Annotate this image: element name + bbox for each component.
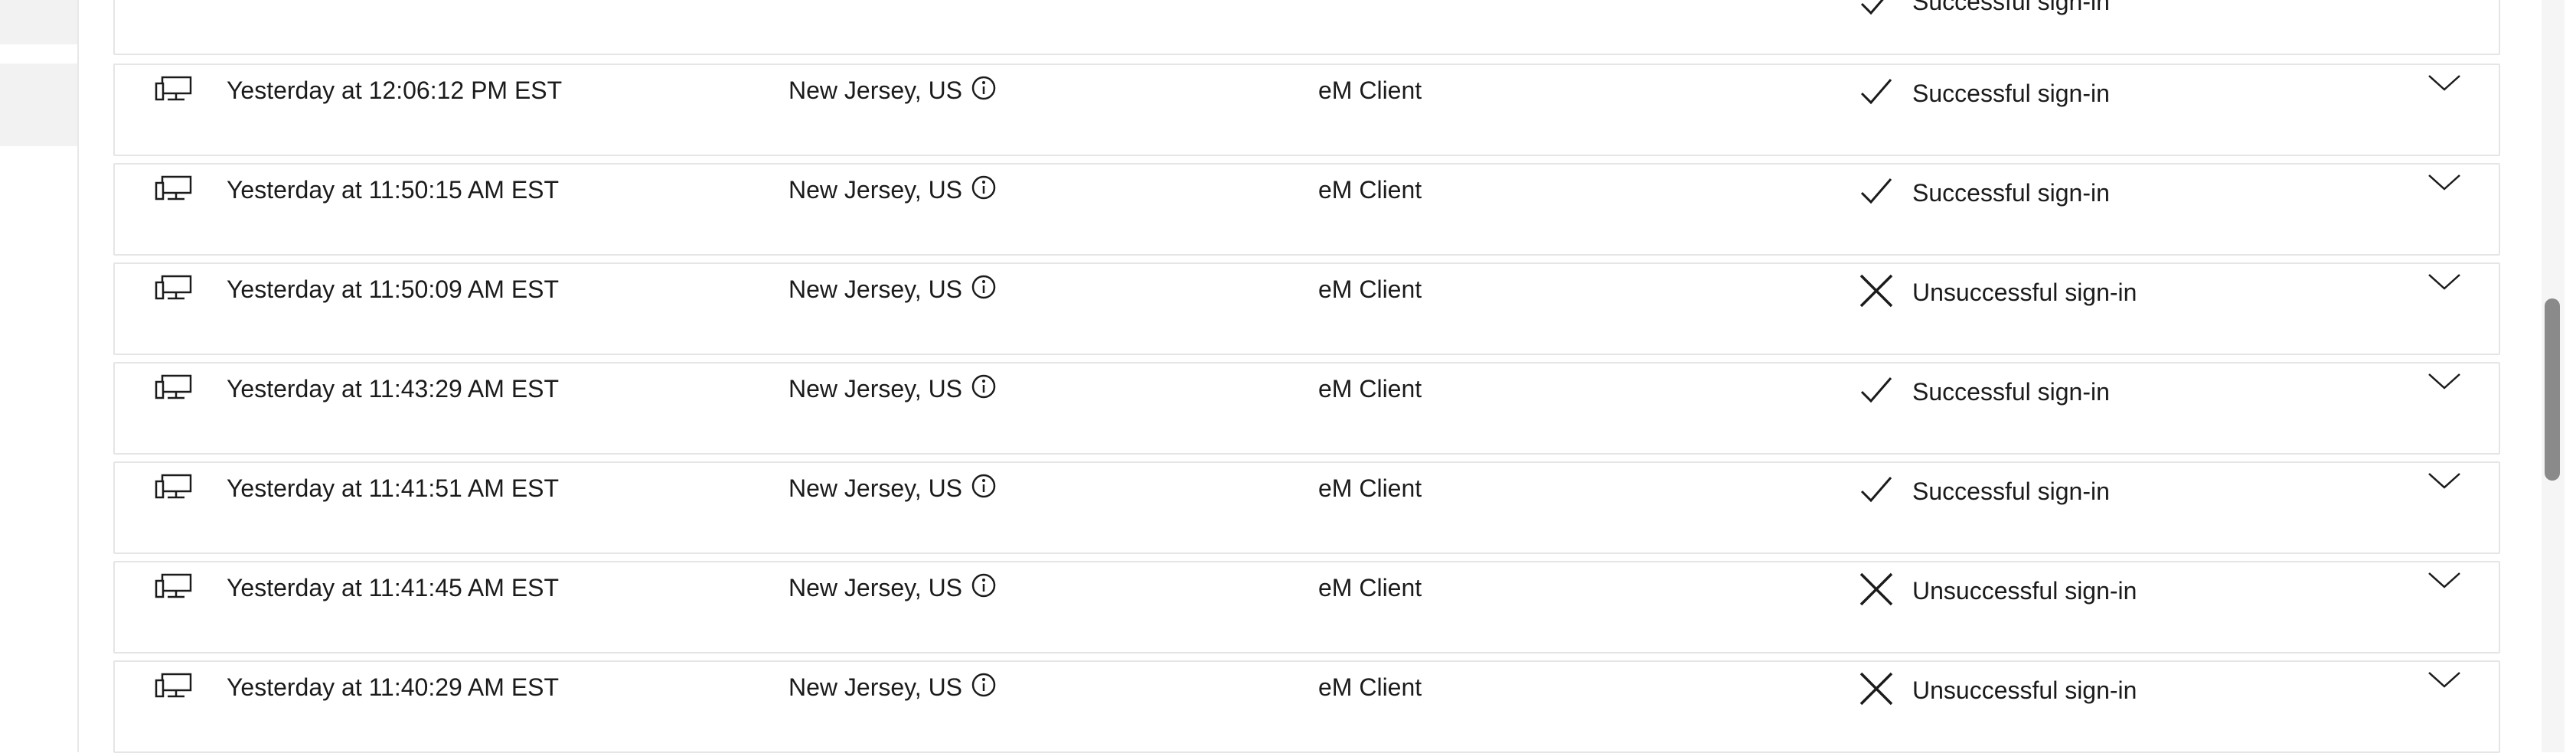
status-text: Successful sign-in [1912, 378, 2110, 406]
checkmark-icon [1860, 178, 1892, 204]
activity-row[interactable]: Yesterday at 11:41:51 AM EST New Jersey,… [113, 461, 2500, 554]
checkmark-icon [1860, 0, 1884, 15]
info-icon[interactable] [971, 274, 997, 300]
sign-in-time: Yesterday at 11:41:45 AM EST [227, 574, 560, 601]
x-mark-icon [1859, 572, 1893, 606]
activity-row[interactable]: Yesterday at 11:41:45 AM EST New Jersey,… [113, 561, 2500, 654]
desktop-computer-icon [155, 374, 192, 399]
sign-in-app: eM Client [1318, 176, 1422, 204]
sign-in-app: eM Client [1318, 673, 1422, 701]
activity-row[interactable]: Yesterday at 11:43:29 AM EST New Jersey,… [113, 362, 2500, 455]
x-mark-icon [1859, 274, 1893, 308]
activity-row[interactable]: Yesterday at 11:50:15 AM EST New Jersey,… [113, 163, 2500, 256]
sign-in-location: New Jersey, US [788, 673, 963, 701]
sign-in-time: Yesterday at 11:50:09 AM EST [227, 275, 560, 303]
sign-in-time: Yesterday at 11:41:51 AM EST [227, 474, 560, 502]
x-mark-icon [1859, 672, 1893, 706]
sign-in-app: eM Client [1318, 574, 1422, 601]
desktop-computer-icon [155, 474, 192, 499]
scrollbar-thumb[interactable] [2545, 298, 2560, 481]
info-icon[interactable] [971, 473, 997, 499]
sign-in-location: New Jersey, US [788, 375, 963, 403]
sidebar-item[interactable] [0, 0, 77, 44]
status-text: Successful sign-in [1912, 478, 2110, 505]
sign-in-location: New Jersey, US [788, 574, 963, 601]
sign-in-app: eM Client [1318, 474, 1422, 502]
activity-row[interactable]: Yesterday at 11:50:09 AM EST New Jersey,… [113, 262, 2500, 355]
sign-in-location: New Jersey, US [788, 176, 963, 204]
chevron-down-icon[interactable] [2427, 470, 2462, 491]
sidebar [0, 0, 79, 752]
sign-in-app: eM Client [1318, 275, 1422, 303]
sign-in-time: Yesterday at 11:40:29 AM EST [227, 673, 560, 701]
desktop-computer-icon [155, 76, 192, 101]
desktop-computer-icon [155, 673, 192, 698]
desktop-computer-icon [155, 175, 192, 200]
sign-in-time: Yesterday at 11:50:15 AM EST [227, 176, 560, 204]
info-icon[interactable] [971, 174, 997, 200]
status-text: Successful sign-in [1912, 80, 2110, 107]
sign-in-location: New Jersey, US [788, 474, 963, 502]
desktop-computer-icon [155, 275, 192, 300]
sign-in-location: New Jersey, US [788, 77, 963, 104]
sign-in-time: Yesterday at 11:43:29 AM EST [227, 375, 560, 403]
activity-list: Successful sign-in Yesterday at 12:06:12… [113, 0, 2503, 753]
checkmark-icon [1860, 79, 1892, 105]
activity-row[interactable]: Yesterday at 11:40:29 AM EST New Jersey,… [113, 660, 2500, 753]
chevron-down-icon[interactable] [2427, 370, 2462, 392]
sign-in-location: New Jersey, US [788, 275, 963, 303]
chevron-down-icon[interactable] [2427, 271, 2462, 292]
chevron-down-icon[interactable] [2427, 669, 2462, 690]
info-icon[interactable] [971, 75, 997, 101]
sign-in-app: eM Client [1318, 77, 1422, 104]
activity-row[interactable]: Successful sign-in [113, 0, 2500, 55]
status-text: Unsuccessful sign-in [1912, 577, 2137, 605]
desktop-computer-icon [155, 573, 192, 598]
status-text: Unsuccessful sign-in [1912, 676, 2137, 704]
info-icon[interactable] [971, 672, 997, 698]
info-icon[interactable] [971, 373, 997, 399]
checkmark-icon [1860, 377, 1892, 403]
chevron-down-icon[interactable] [2427, 72, 2462, 93]
sign-in-time: Yesterday at 12:06:12 PM EST [227, 77, 563, 104]
sidebar-item-selected[interactable] [0, 64, 77, 146]
chevron-down-icon[interactable] [2427, 171, 2462, 193]
checkmark-icon [1860, 477, 1892, 503]
status-text: Successful sign-in [1912, 0, 2110, 15]
sign-in-app: eM Client [1318, 375, 1422, 403]
status-text: Successful sign-in [1912, 179, 2110, 207]
status-text: Unsuccessful sign-in [1912, 279, 2137, 306]
info-icon[interactable] [971, 572, 997, 598]
activity-row[interactable]: Yesterday at 12:06:12 PM EST New Jersey,… [113, 64, 2500, 156]
chevron-down-icon[interactable] [2427, 569, 2462, 591]
